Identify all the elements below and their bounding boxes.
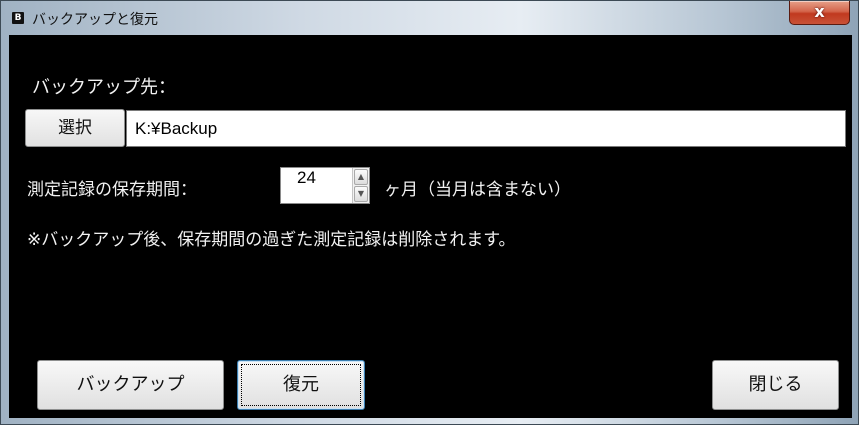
deletion-note: ※バックアップ後、保存期間の過ぎた測定記録は削除されます。 — [27, 230, 516, 250]
window-title: バックアップと復元 — [32, 12, 158, 28]
window-close-button[interactable]: x — [789, 1, 850, 25]
spin-down-icon[interactable]: ▼ — [354, 186, 368, 202]
spinner-arrows: ▲ ▼ — [352, 168, 369, 203]
retention-months-stepper[interactable]: 24 ▲ ▼ — [280, 167, 370, 204]
close-button[interactable]: 閉じる — [712, 360, 839, 410]
backup-destination-label: バックアップ先： — [32, 77, 176, 98]
spin-up-icon[interactable]: ▲ — [354, 169, 368, 185]
restore-button[interactable]: 復元 — [237, 360, 365, 410]
backup-path-field[interactable]: K:¥Backup — [126, 110, 846, 147]
focus-rectangle — [241, 364, 361, 406]
title-bar[interactable]: B バックアップと復元 x — [1, 1, 859, 35]
app-icon: B — [12, 12, 24, 24]
close-icon: x — [814, 2, 825, 21]
backup-restore-window: B バックアップと復元 x バックアップ先： 選択 K:¥Backup 測定記録… — [0, 0, 859, 425]
retention-unit-label: ヶ月（当月は含まない） — [384, 180, 571, 200]
retention-months-value[interactable]: 24 — [297, 168, 316, 188]
select-folder-button[interactable]: 選択 — [25, 109, 125, 147]
backup-button[interactable]: バックアップ — [37, 360, 224, 410]
retention-period-label: 測定記録の保存期間： — [27, 180, 197, 200]
